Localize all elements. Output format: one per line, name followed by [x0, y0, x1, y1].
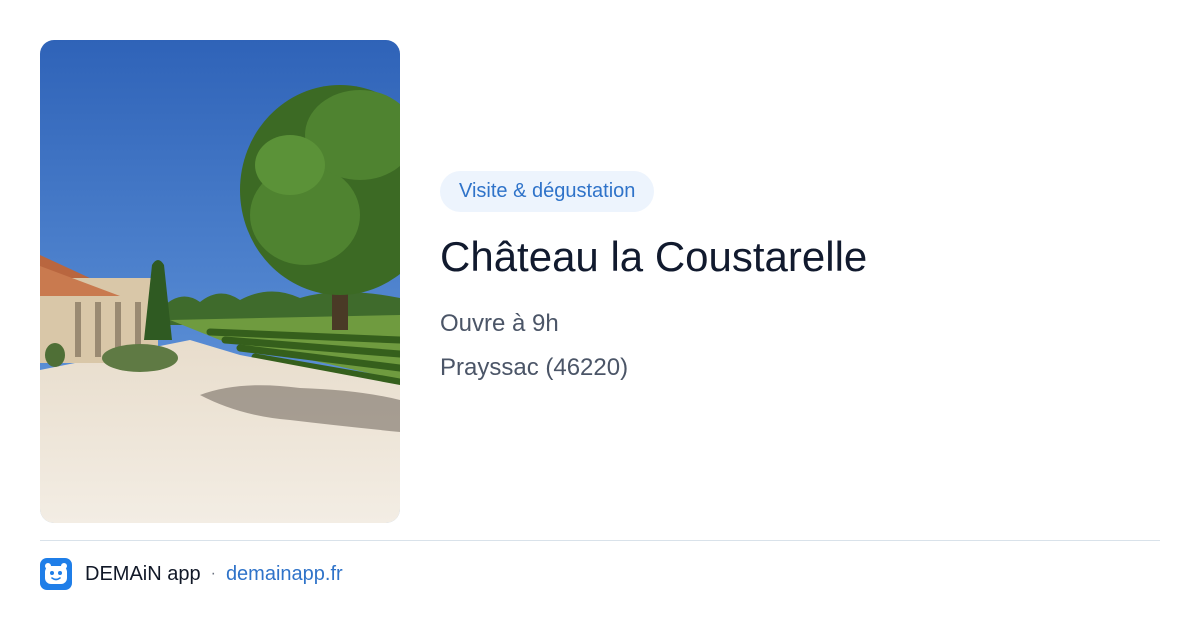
category-badge[interactable]: Visite & dégustation	[440, 171, 655, 212]
footer-separator: ·	[210, 565, 216, 582]
footer: DEMAiN app · demainapp.fr	[40, 558, 343, 590]
mascot-app-icon	[40, 558, 72, 590]
footer-divider	[40, 540, 1160, 541]
venue-info: Visite & dégustation Château la Coustare…	[440, 171, 1160, 383]
opening-hours: Ouvre à 9h	[440, 310, 559, 337]
venue-location: Prayssac (46220)	[440, 354, 629, 381]
venue-photo	[40, 40, 400, 523]
app-name: DEMAiN app	[85, 562, 201, 585]
site-link[interactable]: demainapp.fr	[226, 563, 343, 586]
venue-name: Château la Coustarelle	[440, 233, 868, 280]
